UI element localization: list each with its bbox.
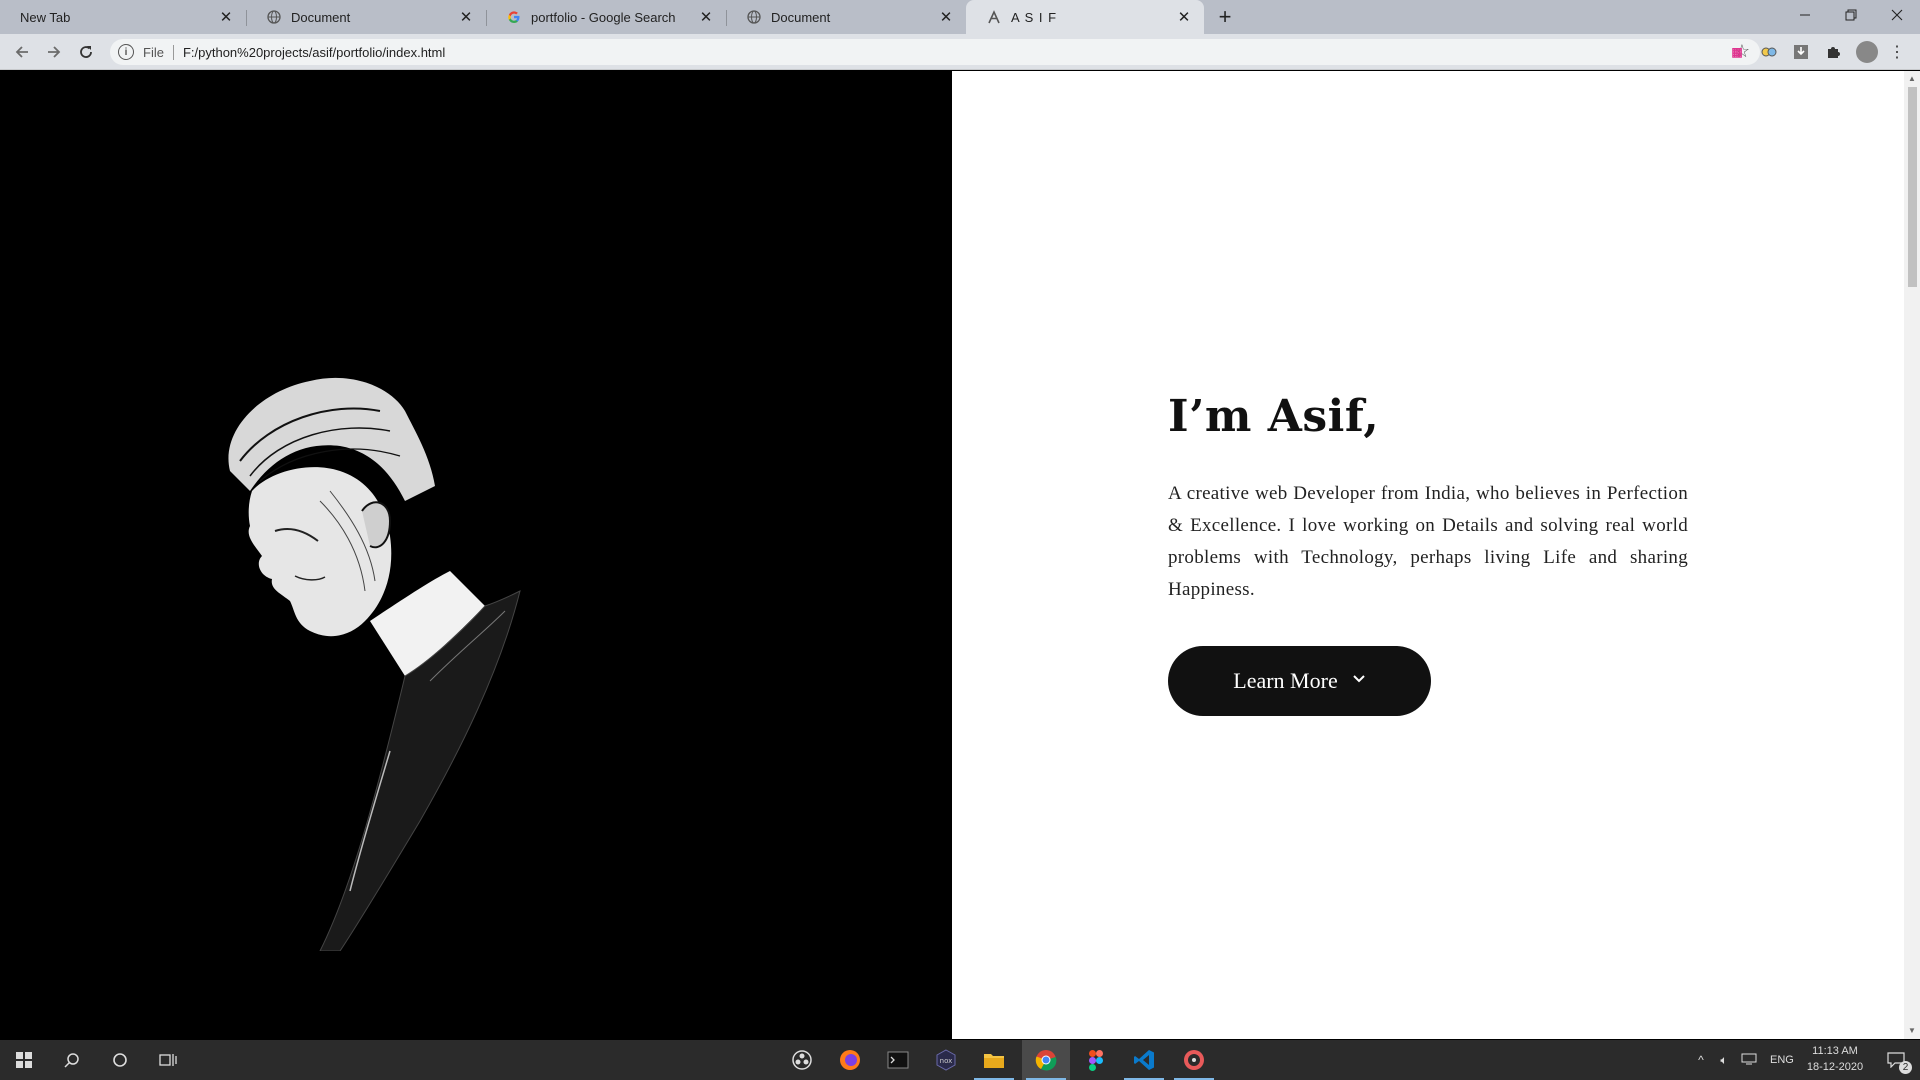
scroll-down-icon[interactable]: ▼ [1908, 1026, 1916, 1035]
cortana-icon[interactable] [96, 1040, 144, 1080]
chevron-up-icon[interactable]: ^ [1690, 1053, 1712, 1067]
url-text[interactable]: F:/python%20projects/asif/portfolio/inde… [183, 45, 445, 60]
tab-label: New Tab [20, 9, 71, 25]
tab-document-1[interactable]: Document ✕ [246, 0, 486, 34]
notification-badge: 2 [1899, 1061, 1912, 1074]
tab-label: Document [291, 9, 351, 25]
logo-icon [986, 9, 1002, 25]
task-view-icon[interactable] [144, 1040, 192, 1080]
tab-document-2[interactable]: Document ✕ [726, 0, 966, 34]
google-icon [506, 9, 522, 25]
hero-title: I’m Asif, [1168, 391, 1380, 442]
chrome-icon[interactable] [1022, 1040, 1070, 1080]
music-player-icon[interactable] [1170, 1040, 1218, 1080]
page-scrollbar[interactable]: ▲ ▼ [1904, 71, 1920, 1039]
address-bar[interactable]: i File F:/python%20projects/asif/portfol… [110, 39, 1760, 65]
tab-asif-active[interactable]: A S I F ✕ [966, 0, 1204, 34]
close-icon[interactable]: ✕ [1174, 7, 1194, 27]
info-icon[interactable]: i [118, 44, 134, 60]
arrow-left-icon [15, 46, 28, 58]
profile-avatar-icon[interactable] [1856, 41, 1878, 63]
svg-text:nox: nox [940, 1057, 953, 1065]
globe-icon [266, 9, 282, 25]
hero-description: A creative web Developer from India, who… [1168, 483, 1688, 600]
vscode-icon[interactable] [1120, 1040, 1168, 1080]
close-icon[interactable]: ✕ [936, 7, 956, 27]
minimize-button[interactable] [1782, 0, 1828, 30]
globe-icon [746, 9, 762, 25]
url-scheme: File [143, 44, 174, 60]
obs-icon[interactable] [778, 1040, 826, 1080]
search-icon[interactable] [48, 1040, 96, 1080]
download-icon[interactable] [1792, 43, 1810, 61]
tab-strip: New Tab ✕ Document ✕ portfolio - Google … [0, 0, 1920, 34]
clock-time: 11:13 AM [1812, 1045, 1858, 1057]
more-menu-icon[interactable]: ⋮ [1888, 43, 1906, 61]
figma-icon[interactable] [1072, 1040, 1120, 1080]
learn-more-label: Learn More [1233, 668, 1338, 693]
puzzle-extensions-icon[interactable] [1824, 43, 1842, 61]
learn-more-button[interactable]: Learn More [1168, 646, 1431, 716]
tab-new-tab[interactable]: New Tab ✕ [0, 0, 246, 34]
extension-grid-icon[interactable]: ▦ [1728, 43, 1746, 61]
close-icon[interactable]: ✕ [696, 7, 716, 27]
scroll-up-icon[interactable]: ▲ [1908, 74, 1916, 83]
reload-icon [80, 46, 92, 58]
tab-label: A S I F [1011, 9, 1058, 25]
page-viewport: I’m Asif, A creative web Developer from … [0, 71, 1920, 1039]
chevron-down-icon [1352, 673, 1366, 689]
language-indicator[interactable]: ENG [1770, 1054, 1794, 1066]
portrait-panel [0, 71, 952, 1039]
tab-google-search[interactable]: portfolio - Google Search ✕ [486, 0, 726, 34]
network-icon[interactable] [1736, 1053, 1762, 1068]
extension-eyes-icon[interactable] [1760, 43, 1778, 61]
browser-toolbar: i File F:/python%20projects/asif/portfol… [0, 34, 1920, 70]
forward-button[interactable] [40, 38, 68, 66]
intro-panel: I’m Asif, A creative web Developer from … [952, 71, 1904, 1039]
new-tab-button[interactable]: + [1212, 4, 1238, 30]
volume-icon[interactable]: 🔈︎ [1712, 1053, 1736, 1068]
clock[interactable]: 11:13 AM 18-12-2020 [1800, 1043, 1870, 1075]
tab-label: portfolio - Google Search [531, 9, 676, 25]
terminal-icon[interactable] [874, 1040, 922, 1080]
firefox-icon[interactable] [826, 1040, 874, 1080]
arrow-right-icon [48, 46, 61, 58]
close-icon[interactable]: ✕ [216, 7, 236, 27]
nox-player-icon[interactable]: nox [922, 1040, 970, 1080]
back-button[interactable] [8, 38, 36, 66]
close-window-button[interactable] [1874, 0, 1920, 30]
portrait-illustration [228, 377, 521, 951]
restore-button[interactable] [1828, 0, 1874, 30]
hero-section: I’m Asif, A creative web Developer from … [1168, 391, 1688, 716]
file-explorer-icon[interactable] [970, 1040, 1018, 1080]
scroll-thumb[interactable] [1908, 87, 1917, 287]
clock-date: 18-12-2020 [1806, 1061, 1864, 1073]
system-tray: ^ 🔈︎ ENG [1690, 1040, 1794, 1080]
notification-center-icon[interactable]: 2 [1872, 1040, 1920, 1080]
tab-label: Document [771, 9, 831, 25]
close-icon[interactable]: ✕ [456, 7, 476, 27]
reload-button[interactable] [72, 38, 100, 66]
windows-start-icon[interactable] [0, 1040, 48, 1080]
windows-taskbar: nox ^ 🔈︎ ENG 11:13 AM 18-12-2020 2 [0, 1040, 1920, 1080]
